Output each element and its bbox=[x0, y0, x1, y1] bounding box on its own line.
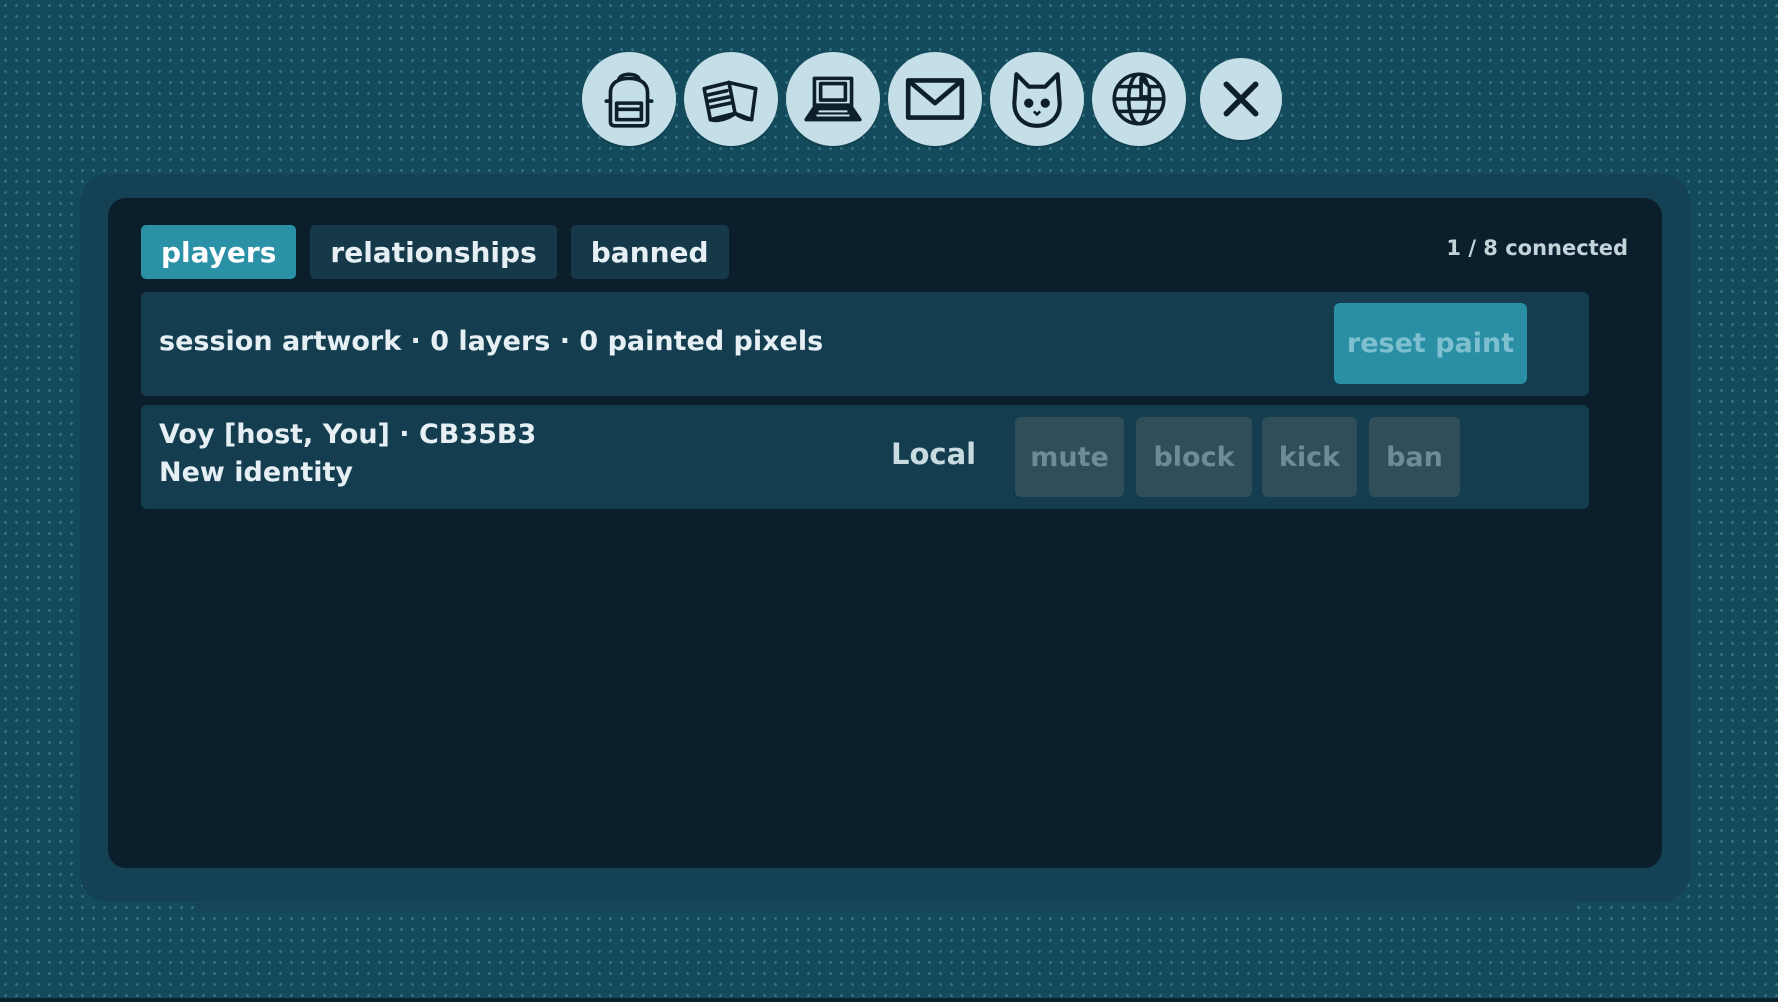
book-icon bbox=[702, 80, 758, 123]
tab-banned[interactable]: banned bbox=[570, 225, 729, 279]
kick-button[interactable]: kick bbox=[1262, 417, 1357, 497]
mail-button[interactable] bbox=[888, 52, 982, 146]
backpack-icon bbox=[604, 72, 654, 128]
bottom-strip bbox=[0, 998, 1778, 1002]
artwork-row: session artwork · 0 layers · 0 painted p… bbox=[141, 292, 1589, 396]
artwork-summary: session artwork · 0 layers · 0 painted p… bbox=[159, 326, 824, 357]
mail-icon bbox=[905, 78, 965, 120]
tab-relationships[interactable]: relationships bbox=[310, 225, 557, 279]
book-button[interactable] bbox=[684, 52, 778, 146]
world-button[interactable] bbox=[1092, 52, 1186, 146]
ban-button[interactable]: ban bbox=[1369, 417, 1460, 497]
block-button[interactable]: block bbox=[1136, 417, 1252, 497]
computer-button[interactable] bbox=[786, 52, 880, 146]
cat-icon bbox=[1012, 72, 1062, 128]
player-location: Local bbox=[891, 437, 977, 471]
connected-count: 1 / 8 connected bbox=[1446, 236, 1628, 260]
backpack-button[interactable] bbox=[582, 52, 676, 146]
tab-players[interactable]: players bbox=[141, 225, 297, 279]
player-identity: New identity bbox=[159, 457, 354, 488]
pet-button[interactable] bbox=[990, 52, 1084, 146]
globe-icon bbox=[1112, 72, 1166, 126]
player-name: Voy [host, You] · CB35B3 bbox=[159, 419, 537, 450]
laptop-icon bbox=[804, 76, 862, 122]
close-button[interactable] bbox=[1200, 58, 1282, 140]
player-row: Voy [host, You] · CB35B3 New identity Lo… bbox=[141, 405, 1589, 509]
top-toolbar bbox=[582, 52, 1282, 146]
tab-bar: players relationships banned bbox=[141, 225, 729, 279]
close-icon bbox=[1223, 81, 1259, 117]
reset-paint-button[interactable]: reset paint bbox=[1334, 303, 1527, 384]
mute-button[interactable]: mute bbox=[1015, 417, 1124, 497]
